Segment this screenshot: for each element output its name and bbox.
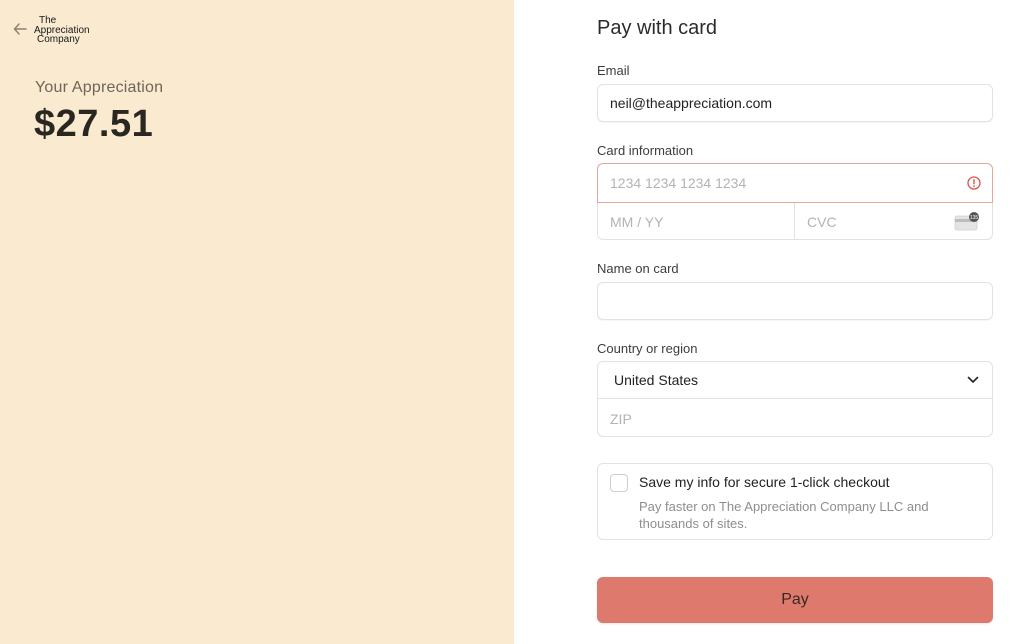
email-field-wrapper [597,84,993,122]
card-number-input[interactable] [598,164,938,202]
chevron-down-icon [967,376,979,383]
cvc-card-icon: 135 [954,212,979,231]
error-icon [967,176,981,190]
country-group: United States [597,361,993,437]
country-label: Country or region [597,341,698,356]
cvc-wrapper: 135 [795,203,992,240]
card-info-group: 135 [597,163,993,240]
country-select[interactable]: United States [598,362,992,399]
cvc-badge-text: 135 [970,215,979,221]
country-selected-value: United States [614,372,699,388]
appreciation-label: Your Appreciation [35,79,164,96]
save-info-title: Save my info for secure 1-click checkout [639,474,890,490]
expiry-wrapper [598,203,795,240]
name-label: Name on card [597,261,679,276]
save-info-box: Save my info for secure 1-click checkout… [597,463,993,540]
card-info-label: Card information [597,143,694,158]
email-field[interactable] [598,85,992,121]
email-label: Email [597,63,630,78]
brand-logo[interactable]: The Appreciation Company [33,12,111,46]
name-on-card-input[interactable] [598,283,992,319]
expiry-input[interactable] [598,203,794,240]
name-field-wrapper [597,282,993,320]
save-info-description: Pay faster on The Appreciation Company L… [639,499,929,531]
appreciation-amount: $27.51 [34,103,154,145]
zip-input[interactable] [598,400,992,437]
summary-panel: The Appreciation Company Your Appreciati… [0,0,514,644]
pay-button[interactable]: Pay [597,577,993,623]
svg-text:Company: Company [37,34,80,45]
form-title: Pay with card [597,17,718,39]
back-arrow-icon[interactable] [12,20,28,38]
save-info-checkbox[interactable] [610,474,628,492]
card-number-wrapper [597,163,993,203]
zip-wrapper [598,400,992,437]
